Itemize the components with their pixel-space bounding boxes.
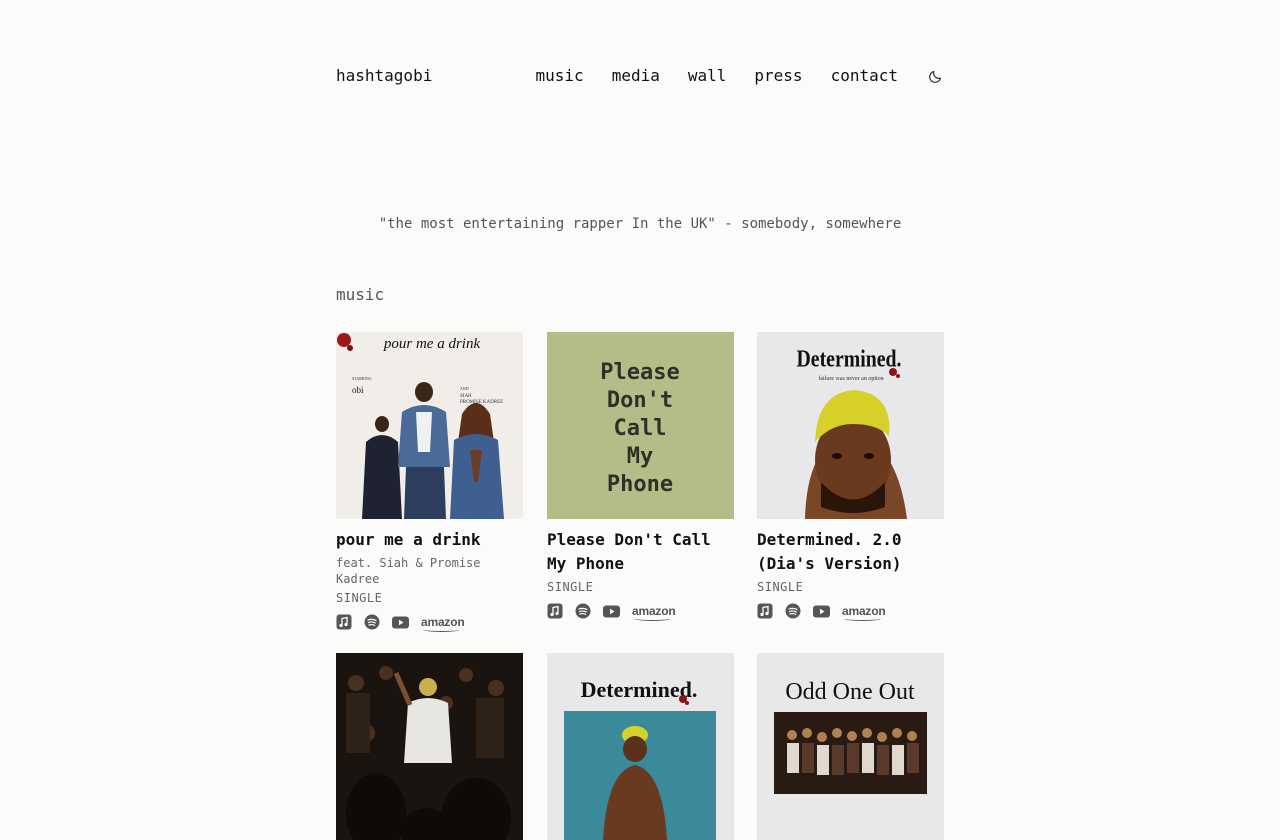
spotify-icon[interactable] <box>785 603 801 619</box>
release-type: SINGLE <box>757 580 804 594</box>
youtube-icon[interactable] <box>603 605 620 618</box>
svg-text:obi: obi <box>352 385 364 395</box>
svg-text:Call: Call <box>614 416 667 441</box>
hero-quote: "the most entertaining rapper In the UK"… <box>378 216 902 232</box>
nav-contact[interactable]: contact <box>831 66 898 85</box>
release-title[interactable]: Determined. 2.0 (Dia's Version) <box>757 528 944 576</box>
nav-wall[interactable]: wall <box>688 66 727 85</box>
cover-art-pour-me-a-drink: pour me a drink STARRING obi AND SIAH PR… <box>336 332 523 519</box>
svg-text:Phone: Phone <box>607 472 673 497</box>
svg-text:Determined.: Determined. <box>797 345 902 372</box>
release-card[interactable] <box>336 653 523 840</box>
cover-art-crowd <box>336 653 523 840</box>
album-cover[interactable]: pour me a drink STARRING obi AND SIAH PR… <box>336 332 523 519</box>
release-type: SINGLE <box>547 580 594 594</box>
apple-music-icon[interactable] <box>336 614 352 630</box>
svg-text:Please: Please <box>600 360 679 385</box>
svg-text:pour me a drink: pour me a drink <box>383 336 481 352</box>
svg-text:PROMISE KADREE: PROMISE KADREE <box>460 400 503 405</box>
svg-text:Don't: Don't <box>607 388 673 413</box>
album-cover[interactable]: Odd One Out <box>757 653 944 840</box>
streaming-links: amazon <box>547 602 734 621</box>
release-card[interactable]: Odd One Out <box>757 653 944 840</box>
streaming-links: amazon <box>336 613 523 632</box>
svg-text:My: My <box>627 444 654 469</box>
cover-art-odd-one-out: Odd One Out <box>757 653 944 840</box>
release-card[interactable]: Determined. <box>547 653 734 840</box>
release-card[interactable]: Please Don't Call My Phone Please Don't … <box>547 332 734 621</box>
svg-text:AND: AND <box>460 386 469 391</box>
nav-music[interactable]: music <box>536 66 584 85</box>
youtube-icon[interactable] <box>392 616 409 629</box>
cover-art-determined: Determined. failure was never an option <box>757 332 944 519</box>
release-type: SINGLE <box>336 591 383 605</box>
spotify-icon[interactable] <box>575 603 591 619</box>
album-cover[interactable]: Determined. failure was never an option <box>757 332 944 519</box>
amazon-icon[interactable]: amazon <box>842 604 886 621</box>
youtube-icon[interactable] <box>813 605 830 618</box>
release-title[interactable]: Please Don't Call My Phone <box>547 528 734 576</box>
release-card[interactable]: Determined. failure was never an option … <box>757 332 944 621</box>
svg-text:SIAH: SIAH <box>460 394 472 399</box>
cover-art-determined-pool: Determined. <box>547 653 734 840</box>
amazon-icon[interactable]: amazon <box>632 604 676 621</box>
section-title: music <box>336 285 385 304</box>
brand-logo[interactable]: hashtagobi <box>336 66 432 85</box>
spotify-icon[interactable] <box>364 614 380 630</box>
apple-music-icon[interactable] <box>757 603 773 619</box>
site-header: hashtagobi music media wall press contac… <box>336 64 944 88</box>
svg-text:STARRING: STARRING <box>352 376 372 381</box>
album-cover[interactable] <box>336 653 523 840</box>
album-cover[interactable]: Please Don't Call My Phone <box>547 332 734 519</box>
svg-text:failure was never an option: failure was never an option <box>818 375 883 382</box>
apple-music-icon[interactable] <box>547 603 563 619</box>
streaming-links: amazon <box>757 602 944 621</box>
nav-press[interactable]: press <box>754 66 802 85</box>
release-feat: feat. Siah & Promise Kadree <box>336 556 481 586</box>
amazon-icon[interactable]: amazon <box>421 615 465 632</box>
release-card[interactable]: pour me a drink STARRING obi AND SIAH PR… <box>336 332 523 632</box>
release-title[interactable]: pour me a drink <box>336 528 523 552</box>
nav-media[interactable]: media <box>612 66 660 85</box>
svg-text:Odd One Out: Odd One Out <box>785 679 915 705</box>
moon-icon[interactable] <box>928 68 944 84</box>
cover-art-please-dont-call: Please Don't Call My Phone <box>547 332 734 519</box>
main-nav: music media wall press contact <box>536 66 944 85</box>
album-cover[interactable]: Determined. <box>547 653 734 840</box>
